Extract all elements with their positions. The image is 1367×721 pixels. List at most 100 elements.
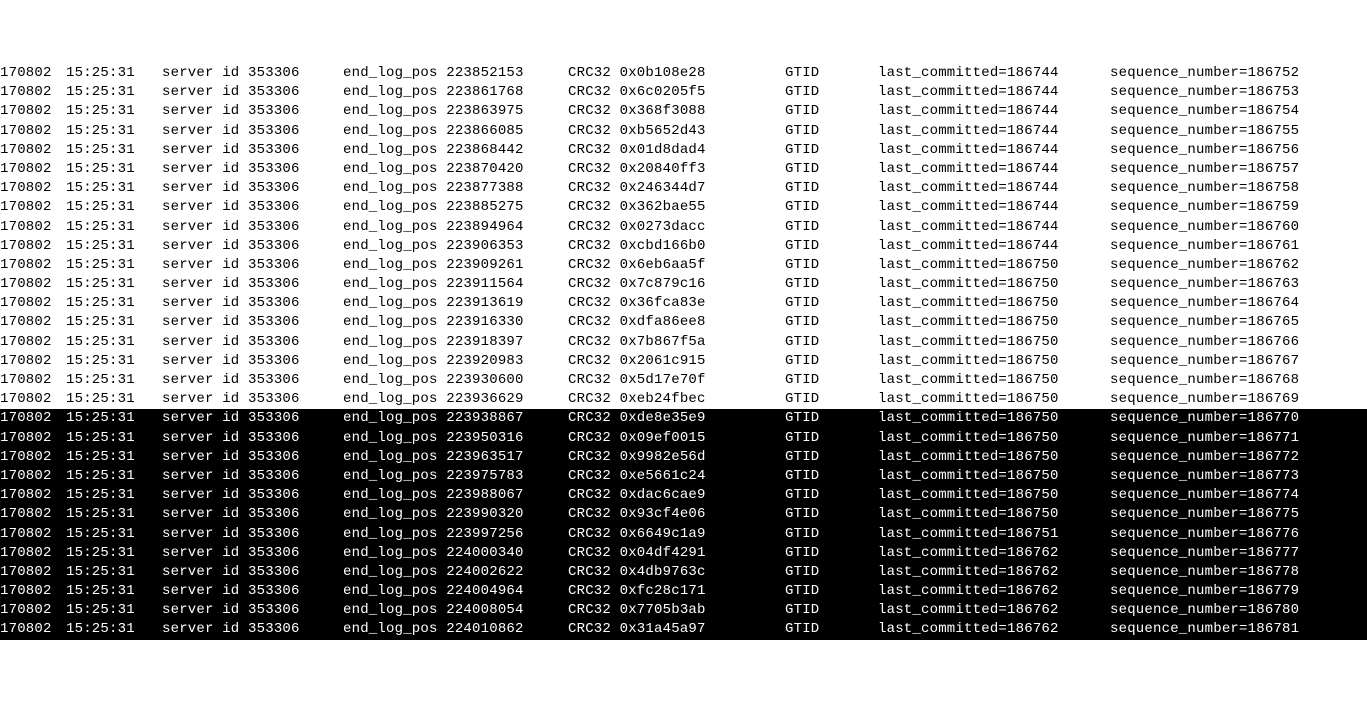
log-end-log-pos: end_log_pos 223877388 <box>343 179 568 198</box>
log-crc32: CRC32 0x7c879c16 <box>568 275 785 294</box>
log-line[interactable]: 17080215:25:31server id 353306end_log_po… <box>0 563 1367 582</box>
log-line[interactable]: 17080215:25:31server id 353306end_log_po… <box>0 256 1367 275</box>
log-date: 170802 <box>0 601 66 620</box>
log-crc32: CRC32 0x36fca83e <box>568 294 785 313</box>
log-line[interactable]: 17080215:25:31server id 353306end_log_po… <box>0 275 1367 294</box>
log-time: 15:25:31 <box>66 218 162 237</box>
log-line[interactable]: 17080215:25:31server id 353306end_log_po… <box>0 505 1367 524</box>
log-last-committed: last_committed=186750 <box>878 313 1110 332</box>
log-line[interactable]: 17080215:25:31server id 353306end_log_po… <box>0 237 1367 256</box>
log-line[interactable]: 17080215:25:31server id 353306end_log_po… <box>0 179 1367 198</box>
log-end-log-pos: end_log_pos 223997256 <box>343 525 568 544</box>
log-crc32: CRC32 0xde8e35e9 <box>568 409 785 428</box>
log-date: 170802 <box>0 102 66 121</box>
log-last-committed: last_committed=186762 <box>878 563 1110 582</box>
log-line[interactable]: 17080215:25:31server id 353306end_log_po… <box>0 525 1367 544</box>
log-time: 15:25:31 <box>66 333 162 352</box>
log-last-committed: last_committed=186762 <box>878 601 1110 620</box>
log-crc32: CRC32 0x31a45a97 <box>568 620 785 639</box>
log-time: 15:25:31 <box>66 486 162 505</box>
log-line[interactable]: 17080215:25:31server id 353306end_log_po… <box>0 160 1367 179</box>
log-line[interactable]: 17080215:25:31server id 353306end_log_po… <box>0 198 1367 217</box>
log-sequence-number: sequence_number=186771 <box>1110 429 1299 448</box>
log-crc32: CRC32 0x01d8dad4 <box>568 141 785 160</box>
log-gtid: GTID <box>785 620 878 639</box>
log-last-committed: last_committed=186744 <box>878 64 1110 83</box>
log-crc32: CRC32 0x2061c915 <box>568 352 785 371</box>
log-time: 15:25:31 <box>66 582 162 601</box>
log-end-log-pos: end_log_pos 223936629 <box>343 390 568 409</box>
log-time: 15:25:31 <box>66 64 162 83</box>
log-gtid: GTID <box>785 390 878 409</box>
log-last-committed: last_committed=186750 <box>878 486 1110 505</box>
log-line[interactable]: 17080215:25:31server id 353306end_log_po… <box>0 102 1367 121</box>
log-line[interactable]: 17080215:25:31server id 353306end_log_po… <box>0 448 1367 467</box>
log-line[interactable]: 17080215:25:31server id 353306end_log_po… <box>0 544 1367 563</box>
log-gtid: GTID <box>785 122 878 141</box>
log-server-id: server id 353306 <box>162 544 343 563</box>
log-line[interactable]: 17080215:25:31server id 353306end_log_po… <box>0 467 1367 486</box>
log-time: 15:25:31 <box>66 102 162 121</box>
log-crc32: CRC32 0x09ef0015 <box>568 429 785 448</box>
log-date: 170802 <box>0 390 66 409</box>
log-end-log-pos: end_log_pos 223863975 <box>343 102 568 121</box>
log-output[interactable]: 17080215:25:31server id 353306end_log_po… <box>0 64 1367 641</box>
log-time: 15:25:31 <box>66 390 162 409</box>
log-gtid: GTID <box>785 83 878 102</box>
log-line[interactable]: 17080215:25:31server id 353306end_log_po… <box>0 313 1367 332</box>
log-date: 170802 <box>0 256 66 275</box>
log-line[interactable]: 17080215:25:31server id 353306end_log_po… <box>0 64 1367 83</box>
log-last-committed: last_committed=186750 <box>878 294 1110 313</box>
log-line[interactable]: 17080215:25:31server id 353306end_log_po… <box>0 333 1367 352</box>
log-sequence-number: sequence_number=186756 <box>1110 141 1299 160</box>
log-server-id: server id 353306 <box>162 102 343 121</box>
log-line[interactable]: 17080215:25:31server id 353306end_log_po… <box>0 409 1367 428</box>
log-date: 170802 <box>0 352 66 371</box>
log-server-id: server id 353306 <box>162 256 343 275</box>
log-server-id: server id 353306 <box>162 160 343 179</box>
log-time: 15:25:31 <box>66 83 162 102</box>
log-gtid: GTID <box>785 601 878 620</box>
log-line[interactable]: 17080215:25:31server id 353306end_log_po… <box>0 582 1367 601</box>
log-time: 15:25:31 <box>66 448 162 467</box>
log-date: 170802 <box>0 141 66 160</box>
log-last-committed: last_committed=186744 <box>878 102 1110 121</box>
log-end-log-pos: end_log_pos 224002622 <box>343 563 568 582</box>
log-gtid: GTID <box>785 467 878 486</box>
log-sequence-number: sequence_number=186766 <box>1110 333 1299 352</box>
log-line[interactable]: 17080215:25:31server id 353306end_log_po… <box>0 486 1367 505</box>
log-server-id: server id 353306 <box>162 218 343 237</box>
log-gtid: GTID <box>785 160 878 179</box>
log-sequence-number: sequence_number=186777 <box>1110 544 1299 563</box>
log-server-id: server id 353306 <box>162 64 343 83</box>
log-time: 15:25:31 <box>66 601 162 620</box>
log-sequence-number: sequence_number=186769 <box>1110 390 1299 409</box>
log-line[interactable]: 17080215:25:31server id 353306end_log_po… <box>0 294 1367 313</box>
log-last-committed: last_committed=186750 <box>878 352 1110 371</box>
log-date: 170802 <box>0 448 66 467</box>
log-line[interactable]: 17080215:25:31server id 353306end_log_po… <box>0 141 1367 160</box>
log-server-id: server id 353306 <box>162 179 343 198</box>
log-line[interactable]: 17080215:25:31server id 353306end_log_po… <box>0 122 1367 141</box>
log-line[interactable]: 17080215:25:31server id 353306end_log_po… <box>0 352 1367 371</box>
log-crc32: CRC32 0x7705b3ab <box>568 601 785 620</box>
log-line[interactable]: 17080215:25:31server id 353306end_log_po… <box>0 429 1367 448</box>
log-line[interactable]: 17080215:25:31server id 353306end_log_po… <box>0 218 1367 237</box>
log-end-log-pos: end_log_pos 223938867 <box>343 409 568 428</box>
log-time: 15:25:31 <box>66 505 162 524</box>
log-line[interactable]: 17080215:25:31server id 353306end_log_po… <box>0 371 1367 390</box>
log-date: 170802 <box>0 160 66 179</box>
log-end-log-pos: end_log_pos 224008054 <box>343 601 568 620</box>
log-end-log-pos: end_log_pos 223906353 <box>343 237 568 256</box>
log-line[interactable]: 17080215:25:31server id 353306end_log_po… <box>0 83 1367 102</box>
log-date: 170802 <box>0 64 66 83</box>
log-line[interactable]: 17080215:25:31server id 353306end_log_po… <box>0 601 1367 620</box>
log-line[interactable]: 17080215:25:31server id 353306end_log_po… <box>0 390 1367 409</box>
log-last-committed: last_committed=186750 <box>878 333 1110 352</box>
log-server-id: server id 353306 <box>162 198 343 217</box>
log-end-log-pos: end_log_pos 223916330 <box>343 313 568 332</box>
log-sequence-number: sequence_number=186760 <box>1110 218 1299 237</box>
log-date: 170802 <box>0 582 66 601</box>
log-end-log-pos: end_log_pos 223913619 <box>343 294 568 313</box>
log-line[interactable]: 17080215:25:31server id 353306end_log_po… <box>0 620 1367 639</box>
